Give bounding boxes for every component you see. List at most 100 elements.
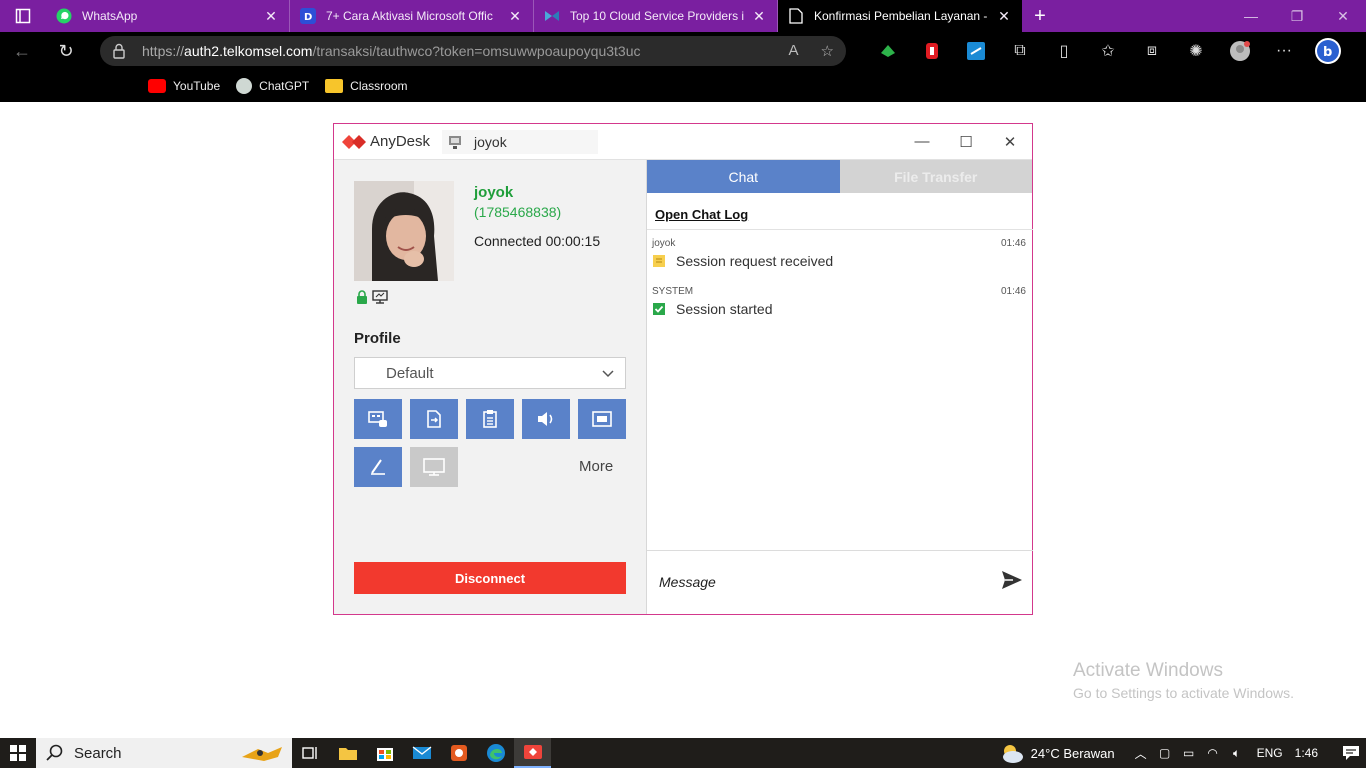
chat-message: SYSTEM 01:46 Session started: [652, 286, 1026, 317]
send-button[interactable]: [1000, 569, 1024, 596]
file-transfer-button[interactable]: [410, 399, 458, 439]
system-tray: 24°C Berawan ︿ ▢ ▭ ◠ 🔈︎ ENG 1:46: [999, 742, 1366, 764]
task-view-button[interactable]: [292, 738, 329, 768]
favorites-icon[interactable]: ✩: [1086, 32, 1130, 70]
more-button[interactable]: More: [579, 458, 613, 475]
collections-icon[interactable]: ⧈: [1130, 32, 1174, 70]
extensions-toolbar: ⧉ ▯ ✩ ⧈ ✺ ··· b: [866, 32, 1350, 70]
session-tab[interactable]: joyok: [442, 129, 599, 154]
favorite-star-icon[interactable]: ☆: [821, 42, 834, 60]
taskbar-edge[interactable]: [477, 738, 514, 768]
close-tab-icon[interactable]: ✕: [263, 8, 279, 25]
disconnect-button[interactable]: Disconnect: [354, 562, 626, 594]
battery-icon[interactable]: ▭: [1177, 746, 1201, 760]
profile-dropdown[interactable]: Default: [354, 357, 626, 389]
message-input[interactable]: Message: [659, 574, 716, 590]
read-aloud-icon[interactable]: A: [789, 42, 799, 60]
tab-microsoft-office[interactable]: D 7+ Cara Aktivasi Microsoft Offic ✕: [290, 0, 534, 32]
meet-now-icon[interactable]: ▢: [1153, 746, 1177, 760]
taskbar-store[interactable]: [366, 738, 403, 768]
bookmark-chatgpt[interactable]: ChatGPT: [236, 78, 309, 94]
watermark-title: Activate Windows: [1073, 660, 1223, 681]
extension-blue-icon[interactable]: [954, 32, 998, 70]
restore-icon[interactable]: ❐: [1274, 8, 1320, 25]
display-button[interactable]: [578, 399, 626, 439]
session-panel: joyok (1785468838) Connected 00:00:15 Pr…: [334, 160, 646, 614]
refresh-button[interactable]: ↻: [44, 32, 88, 70]
maximize-icon[interactable]: ☐: [944, 133, 988, 151]
extension-green-icon[interactable]: [866, 32, 910, 70]
start-button[interactable]: [0, 738, 36, 768]
open-chat-log-link[interactable]: Open Chat Log: [655, 207, 748, 222]
butterfly-icon: [544, 8, 560, 24]
message-text: Session started: [676, 301, 773, 317]
whiteboard-button[interactable]: [354, 447, 402, 487]
taskbar-search[interactable]: Search: [36, 738, 292, 768]
minimize-icon[interactable]: —: [1228, 8, 1274, 24]
tab-title: Top 10 Cloud Service Providers i: [570, 9, 745, 23]
close-icon[interactable]: ✕: [988, 133, 1032, 151]
performance-icon[interactable]: ✺: [1174, 32, 1218, 70]
chevron-up-icon[interactable]: ︿: [1129, 745, 1153, 762]
peer-status-icons: [356, 290, 388, 309]
close-tab-icon[interactable]: ✕: [751, 8, 767, 25]
check-icon: [652, 302, 666, 316]
page-icon: [788, 8, 804, 24]
message-sender: joyok: [652, 238, 676, 249]
address-bar[interactable]: https://auth2.telkomsel.com/transaksi/ta…: [100, 36, 846, 66]
wifi-icon[interactable]: ◠: [1201, 746, 1225, 760]
back-button[interactable]: ←: [0, 32, 44, 70]
taskbar-anydesk[interactable]: [514, 738, 551, 768]
bookmark-youtube[interactable]: YouTube: [148, 79, 220, 93]
tab-konfirmasi[interactable]: Konfirmasi Pembelian Layanan - ✕: [778, 0, 1022, 32]
chat-tabs: Chat File Transfer: [647, 160, 1032, 193]
audio-button[interactable]: [522, 399, 570, 439]
volume-icon[interactable]: 🔈︎: [1225, 746, 1249, 761]
more-menu-icon[interactable]: ···: [1262, 32, 1306, 70]
weather-widget[interactable]: 24°C Berawan: [999, 742, 1115, 764]
input-language[interactable]: ENG: [1257, 746, 1283, 760]
chat-panel: Chat File Transfer Open Chat Log joyok 0…: [646, 160, 1033, 614]
clipboard-button[interactable]: [466, 399, 514, 439]
split-screen-icon[interactable]: ▯: [1042, 32, 1086, 70]
close-tab-icon[interactable]: ✕: [507, 8, 523, 25]
taskbar-app-orange[interactable]: [440, 738, 477, 768]
profile-avatar[interactable]: [1218, 32, 1262, 70]
close-icon[interactable]: ✕: [1320, 8, 1366, 25]
classroom-icon: [325, 79, 344, 93]
minimize-icon[interactable]: —: [900, 133, 944, 151]
anydesk-logo-icon: [342, 131, 366, 153]
clock[interactable]: 1:46: [1295, 746, 1318, 760]
anydesk-window: AnyDesk joyok — ☐ ✕ joyok (1785468838) C: [333, 123, 1033, 615]
close-tab-icon[interactable]: ✕: [996, 8, 1012, 25]
activation-watermark: Activate Windows Go to Settings to activ…: [1073, 660, 1294, 701]
tab-actions-button[interactable]: [0, 0, 46, 32]
bookmark-label: Classroom: [350, 79, 408, 93]
tab-cloud-providers[interactable]: Top 10 Cloud Service Providers i ✕: [534, 0, 778, 32]
whatsapp-icon: [56, 8, 72, 24]
speaker-icon: [538, 412, 553, 426]
bookmark-classroom[interactable]: Classroom: [325, 79, 408, 93]
tab-title: WhatsApp: [82, 9, 138, 23]
input-settings-button[interactable]: [354, 399, 402, 439]
search-highlight-icon: [238, 741, 286, 768]
tab-chat[interactable]: Chat: [647, 160, 840, 193]
tab-whatsapp[interactable]: WhatsApp ✕: [46, 0, 290, 32]
new-tab-button[interactable]: +: [1022, 0, 1058, 32]
extension-red-icon[interactable]: [910, 32, 954, 70]
monitor-capture-icon: [423, 458, 445, 476]
lock-icon: [112, 43, 130, 59]
extensions-puzzle-icon[interactable]: ⧉: [998, 32, 1042, 70]
notifications-button[interactable]: [1336, 745, 1366, 761]
youtube-icon: [148, 79, 166, 93]
taskbar-file-explorer[interactable]: [329, 738, 366, 768]
screen-icon: [592, 411, 612, 427]
edge-icon: [486, 744, 505, 762]
taskbar: Search 24°C Berawan ︿ ▢ ▭ ◠ 🔈︎ ENG 1:46: [0, 738, 1366, 768]
d-logo-icon: D: [300, 8, 316, 24]
taskbar-mail[interactable]: [403, 738, 440, 768]
tab-file-transfer[interactable]: File Transfer: [839, 160, 1032, 193]
clipboard-icon: [483, 410, 497, 428]
screenshot-button[interactable]: [410, 447, 458, 487]
bing-copilot-icon[interactable]: b: [1306, 32, 1350, 70]
